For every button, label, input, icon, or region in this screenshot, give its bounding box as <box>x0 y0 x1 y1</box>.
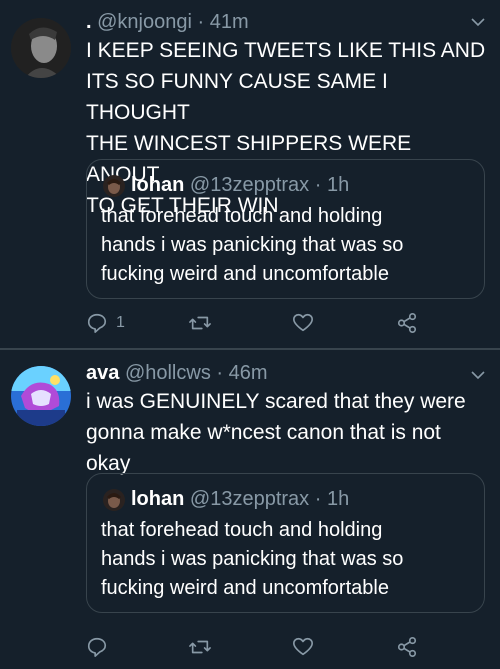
avatar <box>103 175 125 197</box>
share-icon <box>396 312 418 334</box>
display-name: lohan <box>131 488 185 510</box>
reply-count: 1 <box>116 314 125 331</box>
user-handle[interactable]: @knjoongi <box>97 11 192 33</box>
quoted-header: lohan @13zepptrax · 1h <box>131 486 349 512</box>
avatar[interactable] <box>11 366 71 426</box>
quoted-tweet[interactable]: lohan @13zepptrax · 1h that forehead tou… <box>86 159 485 299</box>
like-icon <box>292 636 314 658</box>
tweet-header: . @knjoongi · 41m <box>86 9 249 35</box>
display-name[interactable]: ava <box>86 362 119 384</box>
user-handle: @13zepptrax <box>189 174 310 196</box>
tweet-actions: 1 <box>86 308 426 338</box>
timestamp: 1h <box>326 488 350 510</box>
retweet-button[interactable] <box>188 308 212 338</box>
separator-dot: · <box>216 362 224 384</box>
tweet-actions <box>86 632 426 662</box>
share-icon <box>396 636 418 658</box>
quoted-tweet[interactable]: lohan @13zepptrax · 1h that forehead tou… <box>86 473 485 613</box>
separator-dot: · <box>197 11 205 33</box>
like-icon <box>292 312 314 334</box>
chevron-down-icon[interactable] <box>470 367 486 383</box>
share-button[interactable] <box>396 632 418 662</box>
timestamp[interactable]: 46m <box>229 362 268 384</box>
like-button[interactable] <box>292 308 314 338</box>
avatar[interactable] <box>11 18 71 78</box>
tweet-1[interactable]: . @knjoongi · 41m I KEEP SEEING TWEETS L… <box>0 0 500 349</box>
retweet-icon <box>188 636 212 658</box>
user-handle[interactable]: @hollcws <box>125 362 211 384</box>
share-button[interactable] <box>396 308 418 338</box>
reply-icon <box>86 312 108 334</box>
retweet-button[interactable] <box>188 632 212 662</box>
tweet-2[interactable]: ava @hollcws · 46m i was GENUINELY scare… <box>0 350 500 669</box>
separator-dot: · <box>314 174 322 196</box>
reply-button[interactable]: 1 <box>86 308 125 338</box>
timestamp[interactable]: 41m <box>210 11 249 33</box>
quoted-header: lohan @13zepptrax · 1h <box>131 172 349 198</box>
retweet-icon <box>188 312 212 334</box>
quoted-text: that forehead touch and holding hands i … <box>101 205 404 285</box>
chevron-down-icon[interactable] <box>470 14 486 30</box>
reply-button[interactable] <box>86 632 116 662</box>
tweet-header: ava @hollcws · 46m <box>86 360 268 386</box>
quoted-text: that forehead touch and holding hands i … <box>101 519 404 599</box>
timestamp: 1h <box>326 174 350 196</box>
display-name[interactable]: . <box>86 11 92 33</box>
avatar <box>103 489 125 511</box>
like-button[interactable] <box>292 632 314 662</box>
display-name: lohan <box>131 174 185 196</box>
separator-dot: · <box>314 488 322 510</box>
reply-icon <box>86 636 108 658</box>
tweet-text: i was GENUINELY scared that they were go… <box>86 390 466 475</box>
user-handle: @13zepptrax <box>189 488 310 510</box>
